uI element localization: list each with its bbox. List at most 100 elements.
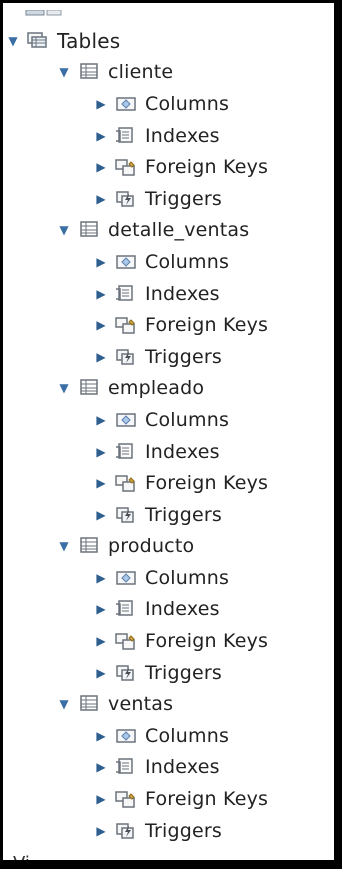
tree-item-label: Indexes <box>145 440 220 463</box>
foreign-keys-icon <box>114 315 138 335</box>
collapse-arrow-icon[interactable]: ▶ <box>94 792 108 806</box>
tree-item-triggers[interactable]: ▶ Triggers <box>3 341 334 373</box>
tree-item-columns[interactable]: ▶ Columns <box>3 88 334 120</box>
tree-item-foreign-keys[interactable]: ▶ Foreign Keys <box>3 625 334 657</box>
tree-item-table-empleado[interactable]: ▼ empleado <box>3 373 334 405</box>
tree-item-table-ventas[interactable]: ▼ ventas <box>3 688 334 720</box>
table-icon <box>77 536 101 556</box>
collapse-arrow-icon[interactable]: ▶ <box>94 729 108 743</box>
partial-icon <box>25 9 62 16</box>
collapse-arrow-icon[interactable]: ▶ <box>94 160 108 174</box>
tree-item-indexes[interactable]: ▶ Indexes <box>3 120 334 152</box>
collapse-arrow-icon[interactable]: ▶ <box>94 760 108 774</box>
tree-item-label: Triggers <box>145 503 223 526</box>
columns-icon <box>114 726 138 746</box>
expand-arrow-icon[interactable]: ▼ <box>57 381 71 395</box>
tree-item-foreign-keys[interactable]: ▶ Foreign Keys <box>3 309 334 341</box>
tree-item-label: Triggers <box>145 187 223 210</box>
tree-item-label: Triggers <box>145 819 223 842</box>
collapse-arrow-icon[interactable]: ▶ <box>94 129 108 143</box>
expand-arrow-icon[interactable]: ▼ <box>57 65 71 79</box>
tree-item-table-producto[interactable]: ▼ producto <box>3 531 334 563</box>
tree-item-foreign-keys[interactable]: ▶ Foreign Keys <box>3 151 334 183</box>
tree-item-columns[interactable]: ▶ Columns <box>3 246 334 278</box>
tree-item-label: Foreign Keys <box>145 314 269 337</box>
tree-item-foreign-keys[interactable]: ▶ Foreign Keys <box>3 783 334 815</box>
partial-label: Vi <box>13 853 30 860</box>
partial-tree-item-bottom: Vi <box>13 853 30 860</box>
collapse-arrow-icon[interactable]: ▶ <box>94 255 108 269</box>
columns-icon <box>114 252 138 272</box>
tree-item-table-cliente[interactable]: ▼ cliente <box>3 57 334 89</box>
triggers-icon <box>114 347 138 367</box>
foreign-keys-icon <box>114 789 138 809</box>
tree-item-indexes[interactable]: ▶ Indexes <box>3 278 334 310</box>
tree-item-triggers[interactable]: ▶ Triggers <box>3 657 334 689</box>
tables-folder-icon <box>26 31 50 51</box>
tree-item-label: Foreign Keys <box>145 472 269 495</box>
tree-item-triggers[interactable]: ▶ Triggers <box>3 815 334 847</box>
indexes-icon <box>114 126 138 146</box>
tree-item-columns[interactable]: ▶ Columns <box>3 562 334 594</box>
tree-item-indexes[interactable]: ▶ Indexes <box>3 594 334 626</box>
table-icon <box>77 62 101 82</box>
collapse-arrow-icon[interactable]: ▶ <box>94 824 108 838</box>
tree-item-label: Columns <box>145 566 230 589</box>
tree-item-columns[interactable]: ▶ Columns <box>3 720 334 752</box>
schema-tree-panel: ▼ Tables ▼ cliente ▶ Columns ▶ Indexes ▶… <box>3 3 334 860</box>
columns-icon <box>114 568 138 588</box>
tree-item-label: Columns <box>145 250 230 273</box>
collapse-arrow-icon[interactable]: ▶ <box>94 192 108 206</box>
tree-item-label: Columns <box>145 92 230 115</box>
tree-item-columns[interactable]: ▶ Columns <box>3 404 334 436</box>
triggers-icon <box>114 663 138 683</box>
collapse-arrow-icon[interactable]: ▶ <box>94 602 108 616</box>
tree-item-label: detalle_ventas <box>108 219 250 242</box>
expand-arrow-icon[interactable]: ▼ <box>57 697 71 711</box>
collapse-arrow-icon[interactable]: ▶ <box>94 634 108 648</box>
collapse-arrow-icon[interactable]: ▶ <box>94 476 108 490</box>
tree-item-label: Triggers <box>145 661 223 684</box>
collapse-arrow-icon[interactable]: ▶ <box>94 97 108 111</box>
tree-item-label: Indexes <box>145 282 220 305</box>
collapse-arrow-icon[interactable]: ▶ <box>94 350 108 364</box>
tree-item-triggers[interactable]: ▶ Triggers <box>3 183 334 215</box>
collapse-arrow-icon[interactable]: ▶ <box>94 287 108 301</box>
expand-arrow-icon[interactable]: ▼ <box>57 223 71 237</box>
triggers-icon <box>114 189 138 209</box>
partial-tree-item-top <box>25 3 65 16</box>
expand-arrow-icon[interactable]: ▼ <box>57 539 71 553</box>
collapse-arrow-icon[interactable]: ▶ <box>94 318 108 332</box>
tree-item-tables[interactable]: ▼ Tables <box>3 25 334 57</box>
collapse-arrow-icon[interactable]: ▶ <box>94 508 108 522</box>
tree-item-label: ventas <box>108 693 174 716</box>
tree-item-foreign-keys[interactable]: ▶ Foreign Keys <box>3 467 334 499</box>
triggers-icon <box>114 821 138 841</box>
table-icon <box>77 694 101 714</box>
tree-item-label: Foreign Keys <box>145 630 269 653</box>
tree-item-label: Indexes <box>145 124 220 147</box>
collapse-arrow-icon[interactable]: ▶ <box>94 666 108 680</box>
tree-item-table-detalle_ventas[interactable]: ▼ detalle_ventas <box>3 215 334 247</box>
indexes-icon <box>114 442 138 462</box>
tree-item-label: Foreign Keys <box>145 788 269 811</box>
collapse-arrow-icon[interactable]: ▶ <box>94 445 108 459</box>
triggers-icon <box>114 505 138 525</box>
collapse-arrow-icon[interactable]: ▶ <box>94 413 108 427</box>
tree-item-label: Triggers <box>145 345 223 368</box>
tree-item-label: Tables <box>57 28 121 53</box>
tree-item-label: Columns <box>145 408 230 431</box>
indexes-icon <box>114 599 138 619</box>
schema-tree: ▼ Tables ▼ cliente ▶ Columns ▶ Indexes ▶… <box>3 25 334 846</box>
indexes-icon <box>114 757 138 777</box>
collapse-arrow-icon[interactable]: ▶ <box>94 571 108 585</box>
tree-item-indexes[interactable]: ▶ Indexes <box>3 752 334 784</box>
tree-item-triggers[interactable]: ▶ Triggers <box>3 499 334 531</box>
columns-icon <box>114 410 138 430</box>
tree-item-label: Indexes <box>145 598 220 621</box>
table-icon <box>77 220 101 240</box>
tree-item-label: Foreign Keys <box>145 156 269 179</box>
expand-arrow-icon[interactable]: ▼ <box>6 34 20 48</box>
foreign-keys-icon <box>114 473 138 493</box>
tree-item-indexes[interactable]: ▶ Indexes <box>3 436 334 468</box>
